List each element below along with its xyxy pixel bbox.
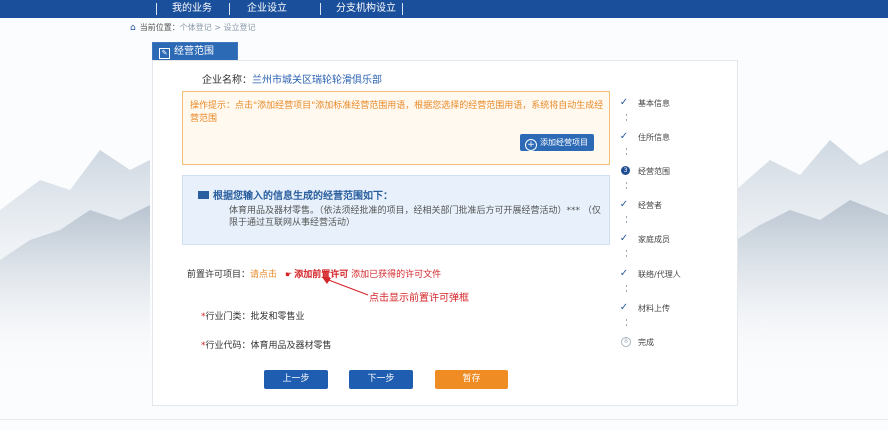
check-icon: ✓ [619,268,629,279]
nav-item-my-business[interactable]: 我的业务 [172,0,212,18]
step-item[interactable]: ✓ 住所信息 [611,130,721,144]
pre-permit-label: 前置许可项目： [187,270,251,280]
breadcrumb: ⌂ 当前位置：个体登记 > 设立登记 [130,22,256,34]
check-icon: ✓ [619,199,629,210]
nav-item-branch-setup[interactable]: 分支机构设立 [336,0,396,18]
save-draft-button[interactable]: 暂存 [435,370,508,389]
step-label: 住所信息 [638,133,670,142]
step-number-badge: 3 [621,166,630,175]
company-name-value: 兰州市城关区瑞轮轮滑俱乐部 [252,75,382,86]
tab-label: 经营范围 [174,46,214,57]
step-label: 完成 [638,338,654,347]
company-name-row: 企业名称：兰州市城关区瑞轮轮滑俱乐部 [202,71,382,86]
list-icon [198,191,209,199]
step-label: 经营范围 [638,167,670,176]
step-item[interactable]: ✓ 经营者 [611,198,721,212]
step-connector [626,187,627,189]
step-label: 材料上传 [638,304,670,313]
pointing-hand-icon: ☛ [285,270,293,279]
generated-scope-title: 根据您输入的信息生成的经营范围如下： [198,187,393,202]
step-connector [626,324,627,326]
step-number-badge: 8 [621,337,631,347]
prev-step-button[interactable]: 上一步 [264,370,328,389]
industry-code-field: *行业代码：体育用品及器材零售 [201,338,332,351]
step-label: 经营者 [638,201,662,210]
check-icon: ✓ [619,233,629,244]
check-icon: ✓ [619,302,629,313]
step-label: 基本信息 [638,99,670,108]
step-label: 联络/代理人 [638,270,681,279]
step-connector [626,119,627,121]
step-label: 家庭成员 [638,235,670,244]
nav-item-enterprise-setup[interactable]: 企业设立 [247,0,287,18]
next-step-button[interactable]: 下一步 [349,370,413,389]
generated-scope-text: 体育用品及器材零售。（依法须经批准的项目，经相关部门批准后方可开展经营活动）**… [229,206,601,228]
nav-separator [402,3,403,15]
check-icon: ✓ [619,131,629,142]
generated-scope-title-text: 根据您输入的信息生成的经营范围如下： [213,191,393,202]
step-connector [626,182,627,184]
step-item[interactable]: ✓ 材料上传 [611,301,721,315]
breadcrumb-prefix: 当前位置： [139,23,180,32]
edit-icon: ✎ [159,48,170,59]
step-item[interactable]: ✓ 家庭成员 [611,232,721,246]
step-connector [626,216,627,218]
check-icon: ✓ [619,97,629,108]
pre-permit-row: 前置许可项目：请点击 ☛ 添加前置许可 添加已获得的许可文件 [187,267,441,280]
generated-scope-box: 根据您输入的信息生成的经营范围如下： 体育用品及器材零售。（依法须经批准的项目，… [182,175,610,245]
step-connector [626,290,627,292]
step-item-current[interactable]: 3 经营范围 [611,164,721,178]
step-connector [626,153,627,155]
industry-category-field: *行业门类：批发和零售业 [201,309,305,322]
add-business-item-button[interactable]: + 添加经营项目 [520,134,594,151]
nav-separator [229,3,230,15]
industry-category-text: 行业门类：批发和零售业 [205,312,305,322]
step-progress: ✓ 基本信息 ✓ 住所信息 3 经营范围 ✓ 经营者 ✓ 家庭成员 ✓ 联络/代… [611,93,721,363]
step-item[interactable]: ✓ 基本信息 [611,96,721,110]
industry-code-text: 行业代码：体育用品及器材零售 [205,341,332,351]
nav-separator [156,3,157,15]
top-nav-bar: 我的业务 企业设立 分支机构设立 [0,0,888,18]
home-icon[interactable]: ⌂ [130,23,136,33]
plus-circle-icon: + [525,139,537,151]
nav-separator [320,3,321,15]
callout-annotation: 点击显示前置许可弹框 [369,293,469,304]
step-connector [626,221,627,223]
add-business-item-label: 添加经营项目 [540,138,588,147]
step-connector [626,114,627,116]
breadcrumb-path: 个体登记 > 设立登记 [179,23,256,32]
step-item[interactable]: ✓ 联络/代理人 [611,267,721,281]
tab-business-scope[interactable]: ✎ 经营范围 [152,42,238,61]
step-connector [626,148,627,150]
step-connector [626,250,627,252]
step-connector [626,255,627,257]
company-name-label: 企业名称： [202,75,252,86]
step-item[interactable]: 8 完成 [611,335,721,349]
operation-tip-box: 操作提示：点击"添加经营项目"添加标准经营范围用语，根据您选择的经营范围用语，系… [182,91,610,165]
pre-permit-click-hint: 请点击 [250,270,278,280]
operation-tip-text: 操作提示：点击"添加经营项目"添加标准经营范围用语，根据您选择的经营范围用语，系… [190,101,604,124]
footer-divider [0,419,888,420]
page: 我的业务 企业设立 分支机构设立 ⌂ 当前位置：个体登记 > 设立登记 ✎ 经营范围 [0,0,888,430]
step-connector [626,285,627,287]
callout-arrow [322,277,369,296]
step-connector [626,319,627,321]
